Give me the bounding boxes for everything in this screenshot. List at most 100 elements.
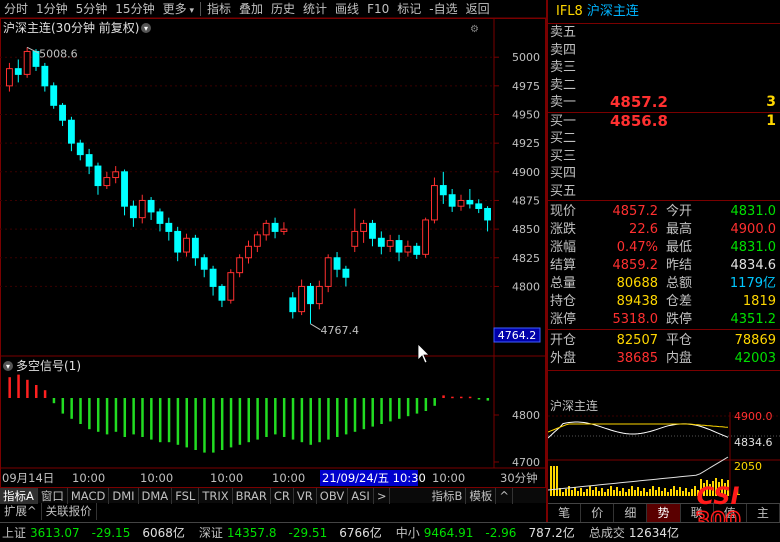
indicator-tab-6[interactable]: TRIX xyxy=(199,487,233,504)
candle-body xyxy=(174,230,182,253)
indicator-tab-9[interactable]: VR xyxy=(294,487,317,504)
candle-body xyxy=(307,285,314,305)
toolbar-button-3[interactable]: 15分钟 xyxy=(111,0,158,18)
quote-label: 涨跌 xyxy=(550,222,577,237)
candle-body xyxy=(315,285,323,305)
quote-label: 开仓 xyxy=(550,333,577,348)
toolbar-button-9[interactable]: 画线 xyxy=(331,0,363,18)
signal-bar xyxy=(61,398,65,414)
status-index-amount: 6068亿 xyxy=(142,526,185,540)
signal-bar xyxy=(105,398,109,435)
candle-body xyxy=(121,171,128,207)
toolbar-separator xyxy=(199,1,201,16)
indicator-tab-0[interactable]: 指标A xyxy=(0,487,38,504)
signal-bar xyxy=(158,398,162,443)
kline-chart[interactable]: 5000 4975 4950 4925 4900 4875 4850 4825 4800 沪深主连… xyxy=(0,18,546,488)
panel-tab-3[interactable]: 势 xyxy=(647,504,681,522)
toolbar-button-10[interactable]: F10 xyxy=(363,0,393,18)
quote-label: 内盘 xyxy=(666,351,693,366)
toolbar-button-11[interactable]: 标记 xyxy=(393,0,425,18)
quote-label: 外盘 xyxy=(550,351,577,366)
indicator-tab-3[interactable]: DMI xyxy=(109,487,139,504)
panel-tab-2[interactable]: 细 xyxy=(614,504,648,522)
toolbar-button-7[interactable]: 历史 xyxy=(267,0,299,18)
signal-bar xyxy=(477,398,481,400)
indicator-tab-10[interactable]: OBV xyxy=(317,487,349,504)
toolbar-button-4[interactable]: 更多 ▾ xyxy=(159,0,198,18)
toolbar-button-8[interactable]: 统计 xyxy=(299,0,331,18)
bids-volume: 1 xyxy=(766,112,776,129)
indicator-tab-11[interactable]: ASI xyxy=(348,487,374,504)
candle-body xyxy=(103,177,111,187)
indicator-title: 多空信号(1) xyxy=(16,359,81,373)
quote-label: 涨幅 xyxy=(550,240,577,255)
quote-value: 38685 xyxy=(616,351,658,366)
signal-bar xyxy=(17,374,20,398)
mini-volume-bar xyxy=(637,487,639,496)
signal-bar xyxy=(415,398,419,414)
signal-bar xyxy=(43,390,47,398)
toolbar-button-5[interactable]: 指标 xyxy=(203,0,235,18)
status-index-price: 14357.8 xyxy=(226,525,277,540)
signal-bar xyxy=(309,398,312,445)
panel-tab-6[interactable]: 主 xyxy=(747,504,780,522)
candle-body xyxy=(422,219,430,255)
candle-body xyxy=(236,257,244,274)
kline-svg[interactable]: 5000 4975 4950 4925 4900 4875 4850 4825 4800 沪深主连… xyxy=(0,18,546,488)
toolbar-button-6[interactable]: 叠加 xyxy=(235,0,267,18)
y-tick-label: 4900 xyxy=(512,166,540,179)
mini-high-label: 4900.0 xyxy=(734,410,773,423)
indicator-tab-7[interactable]: BRAR xyxy=(233,487,271,504)
status-index-label: 深证 xyxy=(198,526,223,540)
toolbar-button-12[interactable]: -自选 xyxy=(425,0,461,18)
signal-bar xyxy=(300,398,304,443)
quote-table: 现价 4857.2 今开 4831.0 涨跌 22.6 最高 4900.0 涨幅 0.47% 最低 4… xyxy=(548,201,780,329)
toolbar-button-0[interactable]: 分时 xyxy=(0,0,32,18)
quote-label: 总量 xyxy=(550,276,577,291)
sub-tab-1[interactable]: 关联报价 xyxy=(42,503,97,520)
candle-body xyxy=(245,245,252,259)
indicator-tab-4[interactable]: DMA xyxy=(139,487,173,504)
quote-value: 82507 xyxy=(616,333,658,348)
x-axis-label: 10:00 xyxy=(72,471,105,485)
asks-label: 卖一 xyxy=(550,95,577,110)
signal-bar xyxy=(398,398,401,419)
quote-value: 4857.2 xyxy=(612,204,659,219)
mini-volume-bar xyxy=(574,487,576,496)
mini-volume-bar xyxy=(670,489,672,496)
status-index-change: -2.96 xyxy=(485,525,517,540)
toolbar-button-13[interactable]: 返回 xyxy=(462,0,494,18)
indicator-tab-8[interactable]: CR xyxy=(271,487,294,504)
toolbar-button-1[interactable]: 1分钟 xyxy=(32,0,72,18)
asks-label: 卖五 xyxy=(550,25,577,40)
indicator-tab-13[interactable]: 指标B xyxy=(428,487,467,504)
signal-bar xyxy=(132,398,135,435)
quote-value: 89438 xyxy=(616,294,658,309)
mini-volume-bar xyxy=(613,490,615,496)
indicator-tab-5[interactable]: FSL xyxy=(172,487,200,504)
period-label: 30分钟 xyxy=(500,471,538,485)
signal-bar xyxy=(389,398,392,422)
mini-volume-bar xyxy=(601,488,603,496)
chevron-down-icon: ▾ xyxy=(6,362,10,371)
candle-body xyxy=(351,230,359,247)
indicator-tab-2[interactable]: MACD xyxy=(68,487,110,504)
indicator-tab-12[interactable]: > xyxy=(374,487,391,504)
indicator-tab-1[interactable]: 窗口 xyxy=(38,487,68,504)
candle-body xyxy=(369,222,376,239)
toolbar-button-2[interactable]: 5分钟 xyxy=(72,0,112,18)
signal-bar xyxy=(486,398,490,401)
sub-tab-0[interactable]: 扩展^ xyxy=(0,503,42,520)
instrument-title: IFL8 沪深主连 xyxy=(548,0,780,24)
indicator-tab-15[interactable]: ^ xyxy=(496,487,513,504)
indicator-tab-14[interactable]: 模板 xyxy=(466,487,497,504)
panel-tab-0[interactable]: 笔 xyxy=(548,504,582,522)
bids-row: 买一 4856.8 1 xyxy=(548,111,780,131)
mini-title: 沪深主连 xyxy=(550,398,598,413)
quote-value: 4834.6 xyxy=(730,258,777,273)
bids-price: 4856.8 xyxy=(610,111,668,130)
quote-row: 开仓 82507 平仓 78869 xyxy=(548,332,780,350)
panel-tab-1[interactable]: 价 xyxy=(581,504,615,522)
mini-volume-bar xyxy=(565,489,567,496)
signal-bar xyxy=(26,379,29,398)
